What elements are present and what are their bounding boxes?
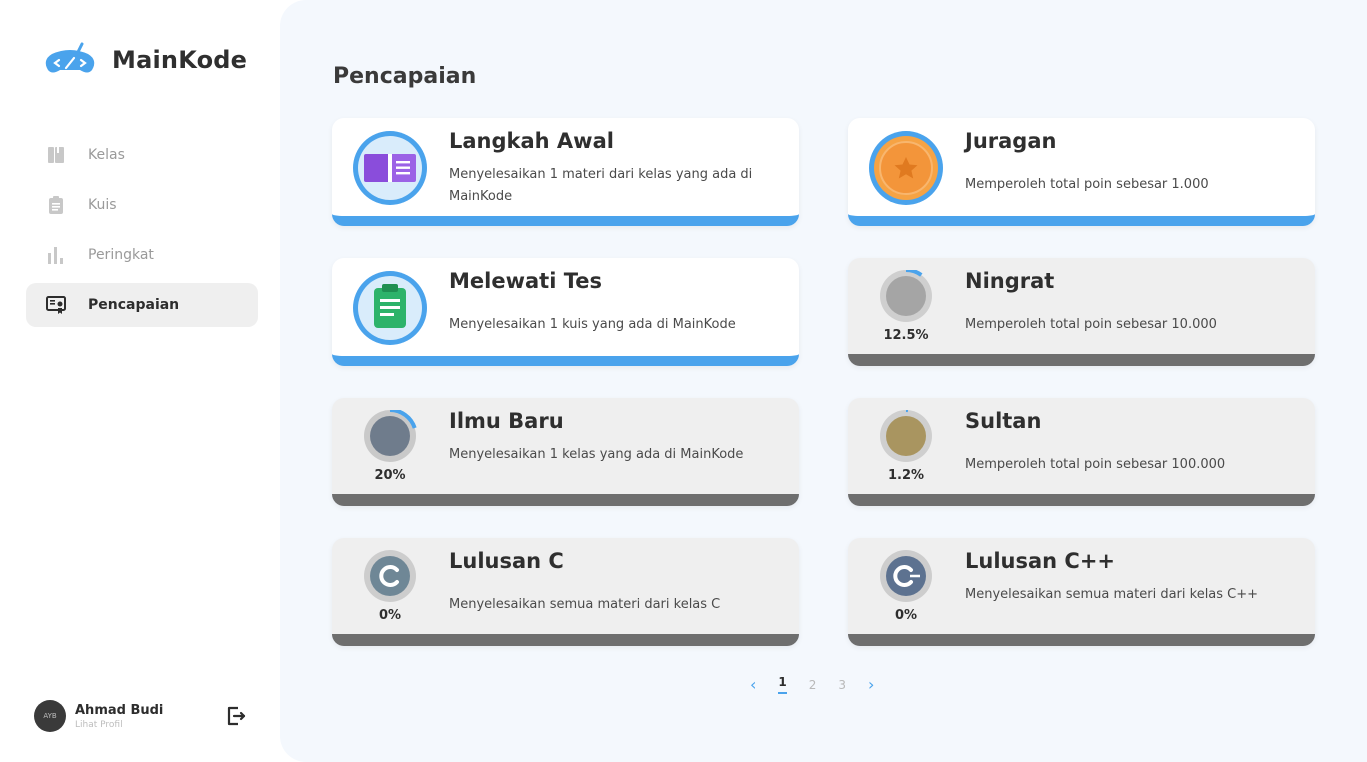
sidebar-item-label: Peringkat — [88, 247, 154, 263]
sidebar-item-label: Kuis — [88, 197, 117, 213]
avatar[interactable]: AYB — [34, 700, 66, 732]
achievement-title: Melewati Tes — [449, 269, 602, 293]
sidebar-nav: Kelas Kuis Peringkat Pencapaian — [26, 133, 258, 333]
bar-chart-icon — [46, 245, 66, 265]
sidebar: MainKode Kelas Kuis Peringkat Pencapaian — [0, 0, 280, 762]
book-badge-icon — [353, 131, 427, 205]
achievement-desc: Menyelesaikan semua materi dari kelas C — [449, 597, 721, 612]
app-name: MainKode — [112, 46, 248, 74]
sidebar-item-kelas[interactable]: Kelas — [26, 133, 258, 177]
sidebar-item-kuis[interactable]: Kuis — [26, 183, 258, 227]
page-3-button[interactable]: 3 — [838, 678, 846, 692]
achievement-desc: Menyelesaikan 1 kuis yang ada di MainKod… — [449, 317, 736, 332]
achievement-card[interactable]: 1.2% Sultan Memperoleh total poin sebesa… — [848, 398, 1315, 506]
achievement-title: Lulusan C — [449, 549, 564, 573]
sidebar-item-label: Kelas — [88, 147, 125, 163]
next-page-button[interactable]: › — [868, 675, 874, 694]
achievement-card[interactable]: Langkah Awal Menyelesaikan 1 materi dari… — [332, 118, 799, 226]
achievement-desc: Menyelesaikan 1 materi dari kelas yang a… — [449, 167, 753, 204]
pagination: ‹ 1 2 3 › — [750, 675, 874, 694]
sidebar-item-peringkat[interactable]: Peringkat — [26, 233, 258, 277]
gamepad-logo-icon — [45, 42, 95, 73]
achievement-desc: Memperoleh total poin sebesar 1.000 — [965, 177, 1209, 192]
achievement-card[interactable]: 20% Ilmu Baru Menyelesaikan 1 kelas yang… — [332, 398, 799, 506]
achievement-title: Ilmu Baru — [449, 409, 564, 433]
achievement-desc: Memperoleh total poin sebesar 100.000 — [965, 457, 1226, 472]
achievement-card[interactable]: 0% Lulusan C++ Menyelesaikan semua mater… — [848, 538, 1315, 646]
star-medal-icon — [869, 131, 943, 205]
progress-percent: 0% — [894, 608, 918, 623]
page-2-button[interactable]: 2 — [809, 678, 817, 692]
achievement-title: Sultan — [965, 409, 1042, 433]
achievement-card[interactable]: Juragan Memperoleh total poin sebesar 1.… — [848, 118, 1315, 226]
user-profile: AYB Ahmad Budi Lihat Profil — [34, 700, 254, 732]
progress-percent: 1.2% — [887, 468, 925, 483]
achievement-title: Juragan — [965, 129, 1057, 153]
clipboard-badge-icon — [353, 271, 427, 345]
achievement-desc: Menyelesaikan semua materi dari kelas C+… — [965, 587, 1259, 602]
logout-icon[interactable] — [224, 704, 248, 728]
progress-percent: 12.5% — [883, 328, 929, 343]
achievement-title: Langkah Awal — [449, 129, 614, 153]
profile-info: Ahmad Budi Lihat Profil — [75, 703, 163, 730]
achievement-card[interactable]: 0% Lulusan C Menyelesaikan semua materi … — [332, 538, 799, 646]
progress-percent: 0% — [378, 608, 402, 623]
achievement-card[interactable]: Melewati Tes Menyelesaikan 1 kuis yang a… — [332, 258, 799, 366]
brand[interactable]: MainKode — [42, 42, 247, 78]
sidebar-item-label: Pencapaian — [88, 297, 180, 313]
certificate-icon — [46, 295, 66, 315]
page-1-button[interactable]: 1 — [778, 675, 787, 694]
sidebar-item-pencapaian[interactable]: Pencapaian — [26, 283, 258, 327]
profile-name: Ahmad Budi — [75, 702, 164, 718]
achievement-desc: Memperoleh total poin sebesar 10.000 — [965, 317, 1217, 332]
achievement-desc: Menyelesaikan 1 kelas yang ada di MainKo… — [449, 447, 744, 462]
clipboard-icon — [46, 195, 66, 215]
profile-link[interactable]: Lihat Profil — [75, 720, 163, 730]
main-content: Pencapaian Langkah Awal Menyelesaikan 1 … — [280, 0, 1367, 762]
achievement-title: Lulusan C++ — [965, 549, 1116, 573]
page-title: Pencapaian — [333, 64, 477, 89]
book-icon — [46, 145, 66, 165]
achievement-card[interactable]: 12.5% Ningrat Memperoleh total poin sebe… — [848, 258, 1315, 366]
prev-page-button[interactable]: ‹ — [750, 675, 756, 694]
progress-percent: 20% — [374, 468, 406, 483]
achievement-title: Ningrat — [965, 269, 1055, 293]
